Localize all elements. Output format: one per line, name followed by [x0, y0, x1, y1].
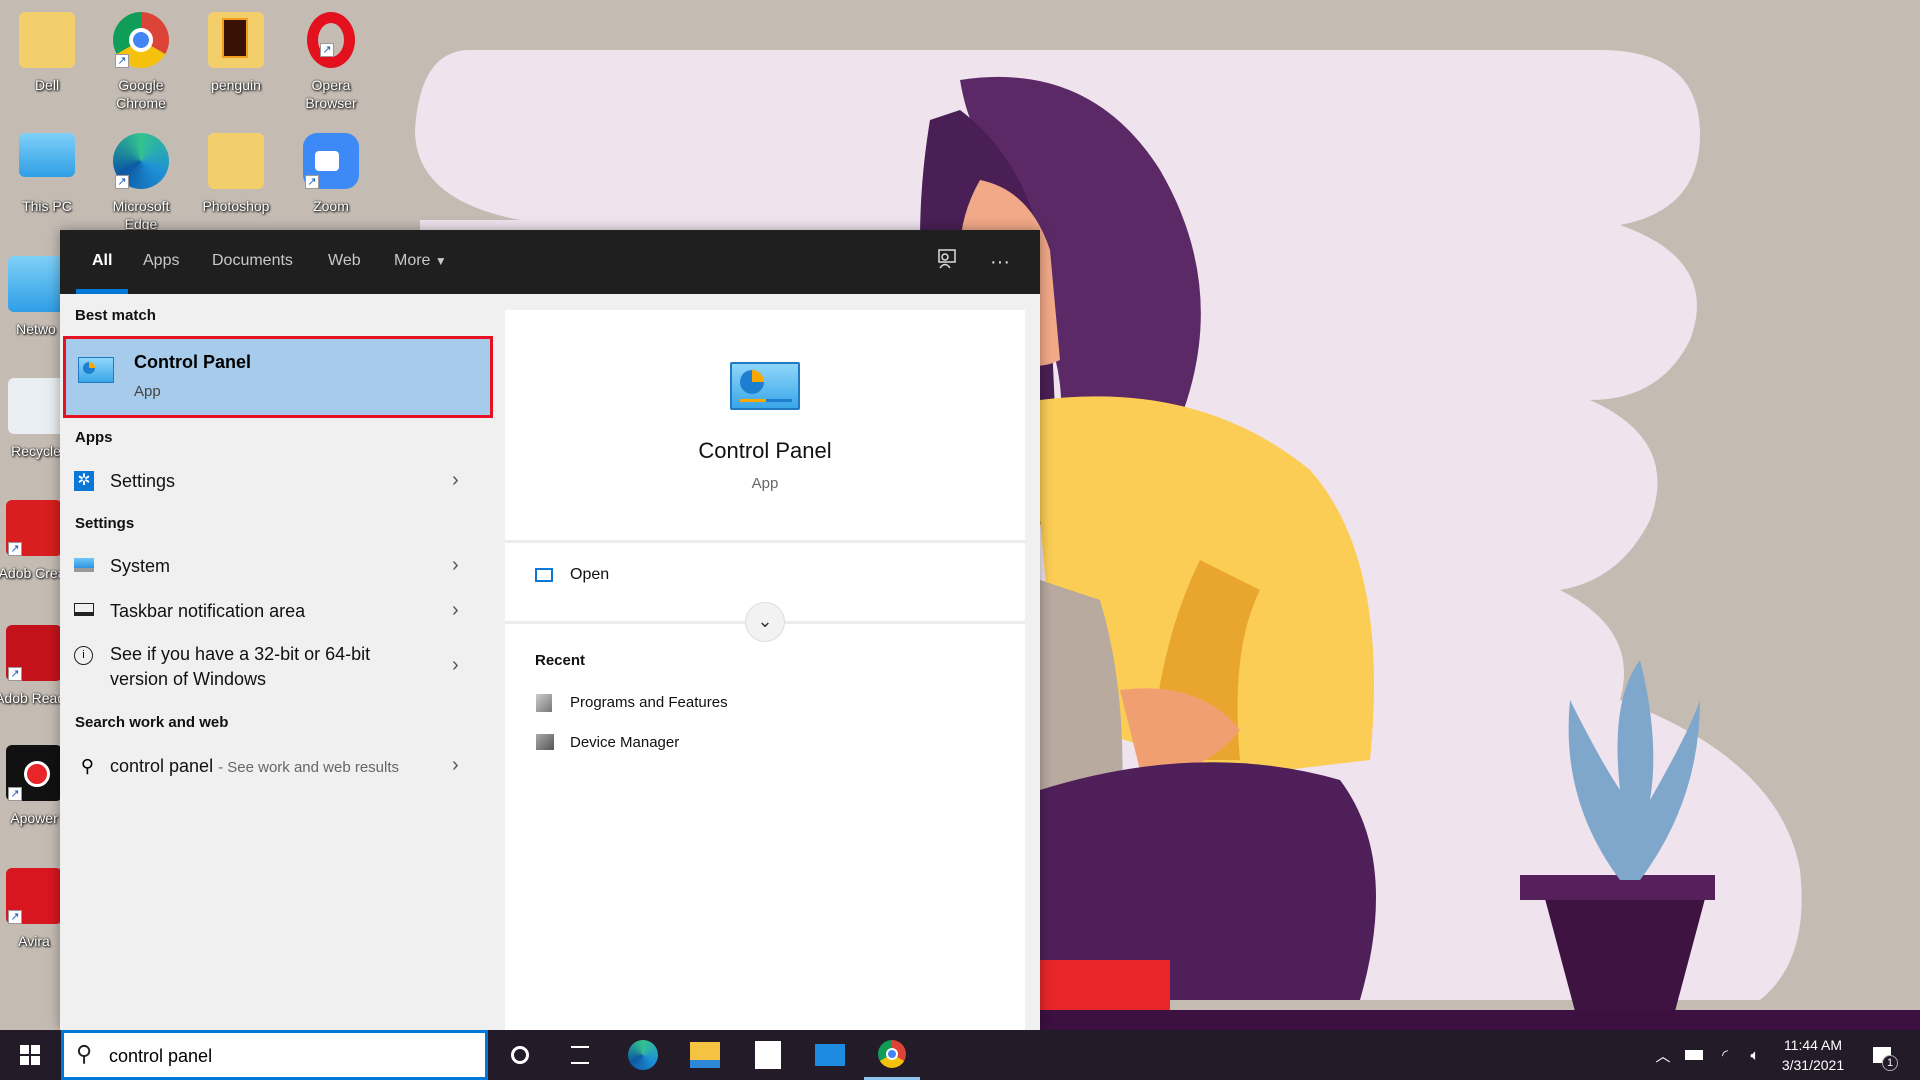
- feedback-icon[interactable]: [933, 248, 961, 276]
- caret-down-icon: ▼: [434, 254, 447, 268]
- apps-header: Apps: [75, 429, 113, 446]
- desktop-icon-photoshop[interactable]: Photoshop: [190, 133, 282, 215]
- desktop-icon-edge[interactable]: ↗ Microsoft Edge: [95, 133, 187, 233]
- task-view-button[interactable]: [552, 1030, 608, 1080]
- show-hidden-icons-button[interactable]: ︿: [1652, 1030, 1674, 1080]
- desktop-icon-chrome[interactable]: ↗ Google Chrome: [95, 12, 187, 112]
- settings-header: Settings: [75, 515, 135, 532]
- best-match-control-panel[interactable]: Control Panel App: [63, 336, 493, 418]
- cortana-button[interactable]: [492, 1030, 548, 1080]
- folder-icon: [208, 133, 264, 189]
- control-panel-icon: [730, 362, 800, 410]
- edge-icon: [628, 1040, 658, 1070]
- start-button[interactable]: [2, 1030, 58, 1080]
- search-tabs: All Apps Documents Web More ▼ ···: [60, 230, 1040, 294]
- recent-item-programs-and-features[interactable]: Programs and Features: [505, 690, 1025, 720]
- chevron-right-icon: ›: [452, 754, 459, 776]
- open-action[interactable]: Open: [505, 564, 1025, 604]
- desktop-icon-opera[interactable]: ↗ Opera Browser: [285, 12, 377, 112]
- folder-icon: [19, 12, 75, 68]
- tab-more[interactable]: More ▼: [394, 230, 447, 294]
- programs-icon: [536, 694, 552, 712]
- taskbar: ⚲ ︿ ◜ 🔈︎ 11:44 AM 3/31/2021 1: [0, 1030, 1920, 1080]
- desktop-icon-penguin[interactable]: penguin: [190, 12, 282, 94]
- computer-icon: [19, 133, 75, 177]
- edge-icon: ↗: [113, 133, 169, 189]
- best-match-subtitle: App: [134, 383, 161, 400]
- taskbar-edge[interactable]: [615, 1030, 671, 1080]
- settings-item-windows-version[interactable]: i See if you have a 32-bit or 64-bit ver…: [60, 636, 490, 698]
- info-icon: i: [74, 646, 93, 665]
- zoom-icon: ↗: [303, 133, 359, 189]
- web-search-item[interactable]: ⚲ control panel - See work and web resul…: [60, 746, 490, 786]
- expand-chevron-button[interactable]: ⌄: [745, 602, 785, 642]
- chrome-icon: ↗: [113, 12, 169, 68]
- taskbar-chrome[interactable]: [864, 1030, 920, 1080]
- volume-icon[interactable]: 🔈︎: [1742, 1030, 1768, 1080]
- settings-item-system[interactable]: System ›: [60, 546, 490, 586]
- tab-apps[interactable]: Apps: [143, 230, 179, 294]
- chevron-up-icon: ︿: [1655, 1047, 1671, 1065]
- tab-all[interactable]: All: [75, 230, 130, 294]
- chevron-right-icon: ›: [452, 554, 459, 576]
- recycle-bin-icon: [8, 378, 64, 434]
- cortana-icon: [511, 1046, 529, 1064]
- device-manager-icon: [536, 734, 554, 750]
- divider: [505, 540, 1025, 543]
- best-match-header: Best match: [75, 307, 156, 324]
- windows-icon: [20, 1045, 40, 1065]
- network-icon: [8, 256, 64, 312]
- clock-date: 3/31/2021: [1781, 1057, 1845, 1073]
- settings-item-taskbar-notification-area[interactable]: Taskbar notification area ›: [60, 591, 490, 631]
- app-item-settings[interactable]: ✲ Settings ›: [60, 461, 490, 501]
- gear-icon: ✲: [74, 471, 94, 491]
- taskbar-file-explorer[interactable]: [677, 1030, 733, 1080]
- preview-subtitle: App: [751, 475, 779, 492]
- taskbar-mail[interactable]: [802, 1030, 858, 1080]
- task-view-icon: [571, 1046, 589, 1064]
- store-icon: [755, 1041, 781, 1069]
- desktop-icon-this-pc[interactable]: This PC: [1, 133, 93, 215]
- desktop-icon-zoom[interactable]: ↗ Zoom: [285, 133, 377, 215]
- tab-documents[interactable]: Documents: [212, 230, 293, 294]
- best-match-title: Control Panel: [134, 352, 252, 372]
- adobe-cc-icon: ↗: [6, 500, 62, 556]
- battery-icon[interactable]: [1680, 1030, 1708, 1080]
- search-web-header: Search work and web: [75, 714, 229, 731]
- action-center-button[interactable]: 1: [1862, 1030, 1902, 1080]
- more-options-icon[interactable]: ···: [986, 248, 1014, 276]
- search-input[interactable]: [109, 1043, 469, 1069]
- avira-icon: ↗: [6, 868, 62, 924]
- open-icon: [535, 568, 553, 582]
- folder-icon: [690, 1042, 720, 1068]
- wifi-icon[interactable]: ◜: [1712, 1030, 1738, 1080]
- preview-pane: Control Panel App Open ⌄ Recent Programs…: [505, 310, 1025, 1030]
- recent-item-device-manager[interactable]: Device Manager: [505, 730, 1025, 760]
- control-panel-icon: [78, 357, 114, 383]
- adobe-reader-icon: ↗: [6, 625, 62, 681]
- monitor-icon: [74, 558, 94, 572]
- taskbar-store[interactable]: [740, 1030, 796, 1080]
- notification-count-badge: 1: [1882, 1055, 1898, 1071]
- clock-time: 11:44 AM: [1783, 1037, 1843, 1053]
- chevron-right-icon: ›: [452, 654, 459, 676]
- desktop-icon-dell[interactable]: Dell: [1, 12, 93, 94]
- apowersoft-icon: ↗: [6, 745, 62, 801]
- search-panel: All Apps Documents Web More ▼ ··· Best m…: [60, 230, 1040, 1030]
- tab-web[interactable]: Web: [328, 230, 361, 294]
- clock[interactable]: 11:44 AM 3/31/2021: [1772, 1030, 1854, 1080]
- search-icon: ⚲: [80, 756, 94, 776]
- chrome-icon: [878, 1039, 906, 1068]
- chevron-right-icon: ›: [452, 469, 459, 491]
- taskbar-search-box[interactable]: ⚲: [61, 1030, 488, 1080]
- taskbar-icon: [74, 603, 94, 616]
- recent-header: Recent: [535, 652, 586, 669]
- notification-icon: 1: [1873, 1047, 1898, 1071]
- chevron-right-icon: ›: [452, 599, 459, 621]
- folder-icon: [208, 12, 264, 68]
- preview-title: Control Panel: [698, 438, 832, 463]
- opera-icon: ↗: [307, 12, 355, 68]
- mail-icon: [815, 1044, 845, 1066]
- search-icon: ⚲: [76, 1041, 93, 1066]
